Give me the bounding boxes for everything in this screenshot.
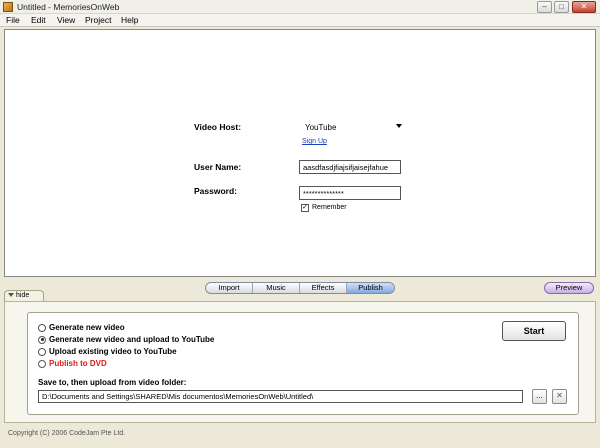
close-icon[interactable]: ✕ — [552, 389, 567, 404]
sign-up-link[interactable]: Sign Up — [302, 138, 327, 145]
start-button[interactable]: Start — [502, 321, 566, 341]
app-icon — [3, 2, 13, 12]
menu-help[interactable]: Help — [121, 15, 138, 25]
menu-file[interactable]: File — [6, 15, 20, 25]
radio-publish-dvd[interactable] — [38, 359, 46, 368]
tab-effects[interactable]: Effects — [300, 283, 347, 293]
chevron-down-icon — [396, 124, 402, 128]
username-label: User Name: — [194, 162, 242, 172]
menu-bar: File Edit View Project Help — [0, 14, 600, 27]
radio-upload-existing[interactable] — [38, 347, 46, 356]
password-input[interactable]: ************** — [299, 186, 401, 200]
hide-panel-tab[interactable]: hide — [4, 290, 44, 301]
option-publish-dvd-label: Publish to DVD — [49, 359, 107, 368]
maximize-button[interactable]: □ — [554, 1, 569, 13]
tab-music[interactable]: Music — [253, 283, 300, 293]
option-generate-upload[interactable]: Generate new video and upload to YouTube — [38, 334, 214, 345]
video-host-label: Video Host: — [194, 122, 242, 132]
video-host-value: YouTube — [305, 123, 337, 132]
publish-options-panel: Generate new video Generate new video an… — [27, 312, 579, 415]
login-panel: Video Host: YouTube Sign Up User Name: a… — [4, 29, 596, 277]
option-upload-existing-label: Upload existing video to YouTube — [49, 347, 177, 356]
save-path-input[interactable]: D:\Documents and Settings\SHARED\Mis doc… — [38, 390, 523, 403]
username-input[interactable]: aasdfasdjfiajsifjaisejfahue — [299, 160, 401, 174]
browse-button[interactable]: ... — [532, 389, 547, 404]
save-folder-label: Save to, then upload from video folder: — [38, 378, 187, 387]
option-generate-new[interactable]: Generate new video — [38, 322, 125, 333]
hide-label: hide — [16, 292, 30, 299]
radio-generate-upload[interactable] — [38, 335, 46, 344]
radio-generate-new[interactable] — [38, 323, 46, 332]
step-tabs: Import Music Effects Publish — [205, 282, 395, 294]
option-generate-new-label: Generate new video — [49, 323, 125, 332]
triangle-down-icon — [8, 293, 14, 297]
title-bar: Untitled - MemoriesOnWeb – □ ✕ — [0, 0, 600, 14]
tab-import[interactable]: Import — [206, 283, 253, 293]
option-generate-upload-label: Generate new video and upload to YouTube — [49, 335, 215, 344]
video-host-select[interactable]: YouTube — [301, 121, 405, 134]
tab-publish[interactable]: Publish — [347, 283, 394, 293]
option-publish-dvd[interactable]: Publish to DVD — [38, 358, 107, 369]
menu-project[interactable]: Project — [85, 15, 111, 25]
menu-edit[interactable]: Edit — [31, 15, 46, 25]
close-button[interactable]: ✕ — [572, 1, 596, 13]
menu-view[interactable]: View — [57, 15, 75, 25]
preview-button[interactable]: Preview — [544, 282, 594, 294]
publish-area: Generate new video Generate new video an… — [4, 301, 596, 423]
minimize-button[interactable]: – — [537, 1, 552, 13]
option-upload-existing[interactable]: Upload existing video to YouTube — [38, 346, 177, 357]
remember-checkbox[interactable]: ✓ — [301, 204, 309, 212]
copyright-text: Copyright (C) 2006 CodeJam Pte Ltd. — [8, 430, 126, 437]
password-label: Password: — [194, 186, 237, 196]
remember-label: Remember — [312, 204, 347, 211]
window-title: Untitled - MemoriesOnWeb — [17, 2, 120, 12]
